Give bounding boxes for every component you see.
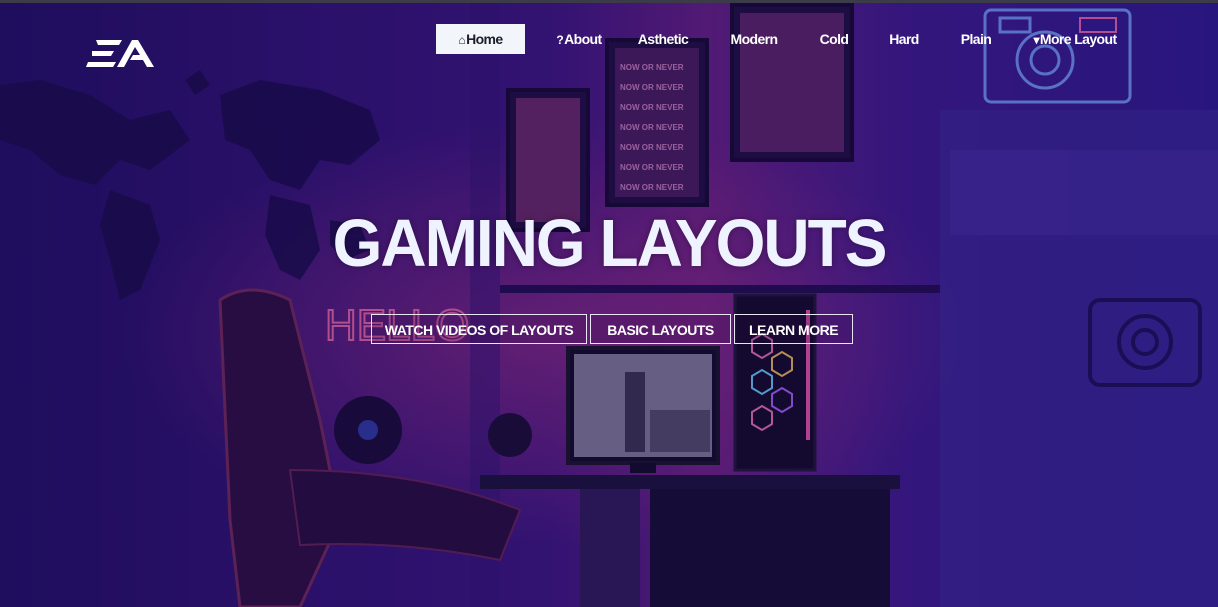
nav-about-label: About xyxy=(564,31,602,47)
ea-logo-icon xyxy=(86,40,154,67)
gaming-room-illustration: NOW OR NEVER NOW OR NEVER NOW OR NEVER N… xyxy=(0,0,1218,607)
nav-home[interactable]: ⌂Home xyxy=(436,24,525,54)
ea-logo[interactable] xyxy=(86,36,156,72)
nav-asthetic-label: Asthetic xyxy=(637,31,689,47)
nav-hard-label: Hard xyxy=(889,31,919,47)
nav-hard[interactable]: Hard xyxy=(886,24,922,54)
nav-plain[interactable]: Plain xyxy=(956,24,996,54)
nav-modern-label: Modern xyxy=(730,31,779,47)
nav-asthetic[interactable]: Asthetic xyxy=(632,24,694,54)
nav-home-label: Home xyxy=(466,31,503,47)
nav-cold-label: Cold xyxy=(819,31,849,47)
hero-title: GAMING LAYOUTS xyxy=(332,205,888,281)
question-icon: ? xyxy=(556,33,564,47)
nav-modern[interactable]: Modern xyxy=(726,24,782,54)
caret-down-icon: ▾ xyxy=(1033,33,1039,47)
nav-about[interactable]: ?About xyxy=(542,24,616,54)
top-border xyxy=(0,0,1218,3)
watch-videos-button[interactable]: WATCH VIDEOS OF LAYOUTS xyxy=(371,314,587,344)
home-icon: ⌂ xyxy=(458,33,466,47)
nav-more-layout-label: More Layout xyxy=(1039,31,1117,47)
nav-plain-label: Plain xyxy=(960,31,992,47)
hero-background: NOW OR NEVER NOW OR NEVER NOW OR NEVER N… xyxy=(0,0,1218,607)
learn-more-button[interactable]: LEARN MORE xyxy=(734,314,853,344)
nav-more-layout[interactable]: ▾More Layout xyxy=(1030,24,1120,54)
nav-cold[interactable]: Cold xyxy=(816,24,852,54)
basic-layouts-button[interactable]: BASIC LAYOUTS xyxy=(590,314,731,344)
